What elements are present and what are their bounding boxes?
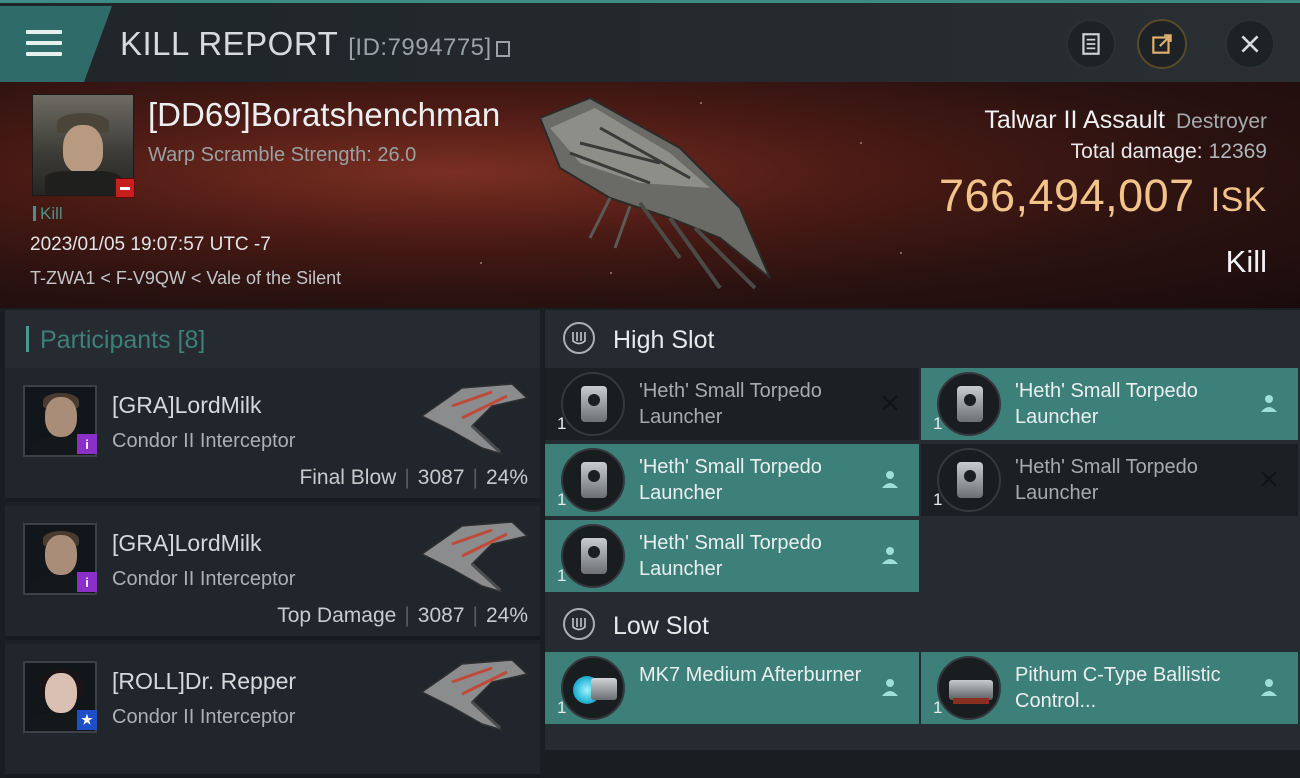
module-quantity: 1	[557, 490, 567, 509]
kill-tag: Kill	[33, 204, 63, 224]
victim-ship-type[interactable]: Talwar II Assault Destroyer	[984, 106, 1267, 135]
module-quantity: 1	[933, 490, 943, 509]
module-quantity: 1	[933, 414, 943, 433]
dropped-person-icon	[882, 547, 898, 564]
clipboard-button[interactable]	[1066, 19, 1116, 69]
dropped-person-icon	[1261, 679, 1277, 696]
high-slot-header: High Slot	[545, 310, 1300, 368]
low-slot-header: Low Slot	[545, 596, 1300, 654]
participant-ship-icon	[420, 383, 529, 455]
low-slot-title: Low Slot	[613, 612, 709, 640]
module-icon	[561, 524, 625, 588]
module-name: MK7 Medium Afterburner	[639, 664, 862, 686]
high-slot-icon	[563, 322, 595, 354]
participant-name[interactable]: [GRA]LordMilk	[112, 392, 262, 419]
star-badge-icon: ★	[77, 710, 97, 730]
participant-ship: Condor II Interceptor	[112, 706, 296, 728]
module-name: 'Heth' Small Torpedo Launcher	[1015, 380, 1198, 428]
module-name: Pithum C-Type Ballistic Control...	[1015, 664, 1221, 712]
fitting-panel: High Slot 1 'Heth' Small Torpedo Launcher…	[545, 310, 1300, 750]
participant-stats: Final Blow | 3087 | 24%	[299, 466, 528, 489]
module-item[interactable]: 1 'Heth' Small Torpedo Launcher	[545, 444, 919, 516]
participant-row[interactable]: i [GRA]LordMilk Condor II Interceptor Final…	[5, 368, 540, 502]
module-quantity: 1	[557, 414, 567, 433]
copy-icon[interactable]	[495, 41, 510, 57]
module-item[interactable]: 1 Pithum C-Type Ballistic Control...	[921, 652, 1298, 724]
participant-name[interactable]: [ROLL]Dr. Repper	[112, 668, 296, 695]
participant-row[interactable]: i [GRA]LordMilk Condor II Interceptor Top D…	[5, 506, 540, 640]
participant-ship-icon	[420, 521, 529, 593]
clipboard-icon	[1082, 33, 1100, 55]
victim-name[interactable]: [DD69]Boratshenchman	[148, 96, 500, 134]
share-icon	[1152, 34, 1172, 54]
victim-subtitle: Warp Scramble Strength: 26.0	[148, 144, 417, 166]
module-item[interactable]: 1 'Heth' Small Torpedo Launcher	[921, 444, 1298, 516]
info-badge-icon: i	[77, 572, 97, 592]
participants-header: Participants [8]	[5, 310, 540, 368]
close-icon	[1241, 35, 1259, 53]
menu-button[interactable]	[0, 6, 112, 82]
participants-title: Participants [8]	[40, 326, 206, 354]
participant-name[interactable]: [GRA]LordMilk	[112, 530, 262, 557]
module-icon	[561, 448, 625, 512]
report-id: [ID:7994775]	[348, 34, 492, 61]
high-slot-title: High Slot	[613, 326, 715, 354]
total-damage: Total damage: 12369	[1070, 140, 1267, 163]
dropped-person-icon	[1261, 395, 1277, 412]
participants-panel: Participants [8] i [GRA]LordMilk Condor II…	[5, 310, 540, 778]
participant-stats: Top Damage | 3087 | 24%	[277, 604, 528, 627]
module-name: 'Heth' Small Torpedo Launcher	[1015, 456, 1198, 504]
module-icon	[561, 656, 625, 720]
participant-row[interactable]: ★ [ROLL]Dr. Repper Condor II Interceptor	[5, 644, 540, 778]
module-icon	[937, 656, 1001, 720]
top-bar: KILL REPORT [ID:7994775]	[0, 0, 1300, 82]
page-title: KILL REPORT [ID:7994775]	[120, 25, 510, 63]
module-name: 'Heth' Small Torpedo Launcher	[639, 380, 822, 428]
participant-ship: Condor II Interceptor	[112, 430, 296, 452]
module-item[interactable]: 1 'Heth' Small Torpedo Launcher	[545, 520, 919, 592]
module-item[interactable]: 1 MK7 Medium Afterburner	[545, 652, 919, 724]
module-item[interactable]: 1 'Heth' Small Torpedo Launcher	[921, 368, 1298, 440]
result-label: Kill	[1225, 244, 1267, 279]
dropped-person-icon	[882, 679, 898, 696]
hamburger-menu-icon	[26, 30, 62, 60]
victim-banner: [DD69]Boratshenchman Warp Scramble Stren…	[0, 82, 1300, 308]
standing-badge-icon	[115, 178, 135, 198]
info-badge-icon: i	[77, 434, 97, 454]
destroyed-icon	[1261, 471, 1277, 487]
module-icon	[561, 372, 625, 436]
participant-ship-icon	[420, 659, 529, 731]
module-icon	[937, 372, 1001, 436]
destroyed-icon	[882, 395, 898, 411]
dropped-person-icon	[882, 471, 898, 488]
participant-ship: Condor II Interceptor	[112, 568, 296, 590]
module-name: 'Heth' Small Torpedo Launcher	[639, 532, 822, 580]
isk-value: 766,494,007 ISK	[938, 170, 1267, 221]
kill-datetime: 2023/01/05 19:07:57 UTC -7	[30, 234, 271, 255]
low-slot-icon	[563, 608, 595, 640]
victim-ship-image[interactable]	[520, 88, 790, 298]
module-item[interactable]: 1 'Heth' Small Torpedo Launcher	[545, 368, 919, 440]
module-icon	[937, 448, 1001, 512]
share-button[interactable]	[1137, 19, 1187, 69]
kill-location[interactable]: T-ZWA1 < F-V9QW < Vale of the Silent	[30, 268, 341, 289]
module-quantity: 1	[557, 566, 567, 585]
module-quantity: 1	[933, 698, 943, 717]
close-button[interactable]	[1225, 19, 1275, 69]
module-name: 'Heth' Small Torpedo Launcher	[639, 456, 822, 504]
module-quantity: 1	[557, 698, 567, 717]
